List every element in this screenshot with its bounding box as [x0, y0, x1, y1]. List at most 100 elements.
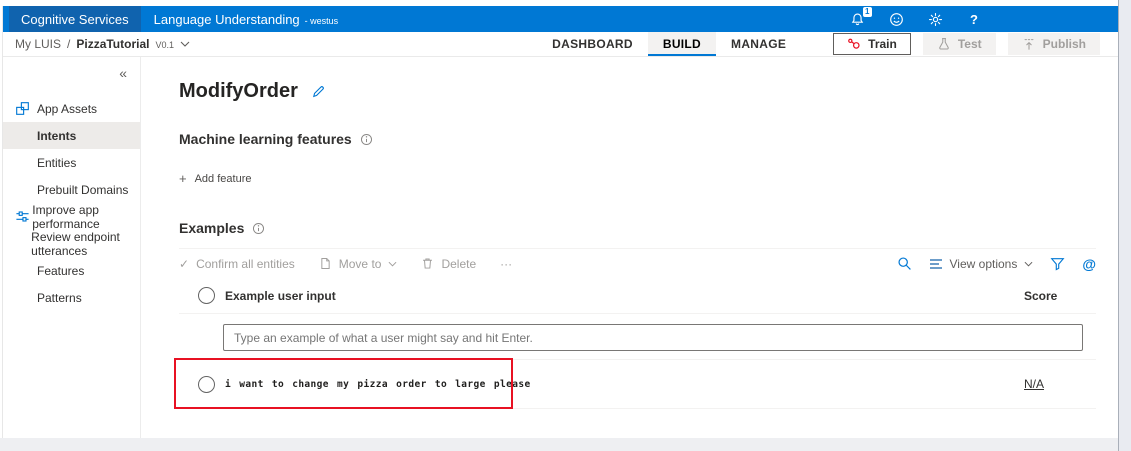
select-all-radio[interactable] [198, 287, 215, 304]
sidebar-item-label: App Assets [37, 101, 98, 116]
sidebar-item-improve-app-performance[interactable]: Improve app performance [3, 202, 140, 231]
app-version-label: V0.1 [155, 40, 174, 50]
sidebar-item-features[interactable]: Features [3, 257, 140, 284]
test-button[interactable]: Test [922, 33, 996, 55]
sidebar-item-app-assets[interactable]: App Assets [3, 95, 140, 122]
nav-right-group: DASHBOARD BUILD MANAGE Train Test Publis… [537, 32, 1118, 56]
sidebar-item-patterns[interactable]: Patterns [3, 284, 140, 311]
examples-toolbar: ✓ Confirm all entities Move to Delete ··… [179, 248, 1096, 278]
entity-at-icon[interactable]: @ [1082, 256, 1096, 272]
feedback-smiley-icon[interactable] [888, 11, 904, 27]
help-glyph: ? [970, 11, 978, 27]
examples-heading: Examples [179, 220, 245, 236]
edit-pencil-icon[interactable] [311, 84, 326, 99]
brand-segment[interactable]: Cognitive Services [9, 6, 141, 32]
window-bottom-strip [0, 438, 1118, 451]
sidebar-item-label: Improve app performance [32, 202, 100, 231]
examples-table-header: Example user input Score [179, 278, 1096, 314]
sidebar-item-review-endpoint-utterances[interactable]: Review endpoint utterances [3, 229, 140, 258]
sidebar-item-entities[interactable]: Entities [3, 149, 140, 176]
action-button-group: Train Test Publish [833, 33, 1100, 55]
train-button[interactable]: Train [833, 33, 911, 55]
breadcrumb: My LUIS / PizzaTutorial V0.1 [15, 37, 190, 51]
examples-heading-row: Examples [179, 220, 1096, 236]
delete-button[interactable]: Delete [421, 257, 476, 271]
tab-manage[interactable]: MANAGE [716, 32, 801, 56]
train-icon [848, 38, 860, 49]
notifications-icon[interactable]: 1 [849, 7, 872, 27]
sidebar-item-intents[interactable]: Intents [3, 122, 140, 149]
brand-label: Cognitive Services [21, 11, 129, 27]
add-feature-button[interactable]: + Add feature [179, 171, 251, 186]
sidebar-item-label: Entities [37, 155, 77, 170]
utterance-score-link[interactable]: N/A [1016, 377, 1096, 391]
delete-label: Delete [441, 256, 477, 271]
sidebar-item-label: Review endpoint utterances [31, 229, 120, 258]
add-feature-label: Add feature [194, 172, 252, 185]
toolbar-right-group: View options @ [897, 256, 1096, 272]
notification-badge: 1 [862, 7, 872, 17]
sidebar-item-label: Patterns [37, 290, 82, 305]
confirm-all-entities-button[interactable]: ✓ Confirm all entities [179, 257, 295, 271]
move-to-page-icon [321, 257, 330, 270]
settings-gear-icon[interactable] [927, 11, 943, 27]
view-options-button[interactable]: View options [929, 257, 1034, 271]
column-score: Score [1024, 288, 1058, 303]
topbar-icon-group: 1 ? [849, 6, 982, 32]
checkmark-icon: ✓ [179, 256, 190, 271]
improve-performance-icon [15, 209, 32, 224]
breadcrumb-root[interactable]: My LUIS [15, 37, 61, 51]
utterance-row-radio[interactable] [198, 375, 215, 393]
breadcrumb-app-name[interactable]: PizzaTutorial [76, 37, 149, 51]
sidebar-nav: App Assets Intents Entities Prebuilt Dom… [3, 95, 140, 311]
window-right-gutter [1118, 0, 1131, 451]
app-window: Cognitive Services Language Understandin… [2, 6, 1118, 438]
info-icon[interactable] [252, 222, 265, 235]
sidebar-item-label: Features [37, 263, 85, 278]
info-icon[interactable] [360, 133, 373, 146]
tab-dashboard[interactable]: DASHBOARD [537, 32, 648, 56]
help-icon[interactable]: ? [966, 11, 982, 27]
test-button-label: Test [957, 37, 982, 51]
chevron-down-icon [389, 261, 397, 267]
publish-button-label: Publish [1042, 37, 1086, 51]
product-label: Language Understanding [153, 11, 300, 27]
more-options-button[interactable]: ··· [500, 257, 512, 271]
utterance-table-row[interactable]: i want to change my pizza order to large… [174, 358, 1096, 409]
luis-app-screen: Cognitive Services Language Understandin… [0, 0, 1131, 451]
sidebar-collapse-icon[interactable]: « [3, 57, 140, 81]
move-to-label: Move to [338, 256, 382, 271]
header-main: Example user input [179, 287, 1016, 304]
list-lines-icon [929, 258, 942, 269]
search-icon[interactable] [897, 256, 912, 271]
sidebar-item-label: Prebuilt Domains [37, 182, 129, 197]
tab-build[interactable]: BUILD [647, 32, 717, 56]
plus-icon: + [179, 171, 187, 186]
publish-button[interactable]: Publish [1007, 33, 1100, 55]
test-flask-icon [939, 38, 949, 50]
page-title: ModifyOrder [179, 80, 298, 102]
breadcrumb-separator: / [67, 37, 71, 51]
page-title-row: ModifyOrder [179, 80, 1096, 103]
version-chevron-down-icon[interactable] [180, 41, 190, 47]
confirm-all-entities-label: Confirm all entities [196, 256, 295, 271]
tab-manage-label: MANAGE [731, 37, 787, 51]
tab-dashboard-label: DASHBOARD [552, 37, 633, 51]
move-to-button[interactable]: Move to [319, 257, 398, 271]
utterance-text[interactable]: i want to change my pizza order to large… [225, 379, 531, 390]
view-options-label: View options [949, 256, 1018, 271]
sidebar-item-prebuilt-domains[interactable]: Prebuilt Domains [3, 176, 140, 203]
publish-icon [1024, 39, 1034, 50]
tab-build-label: BUILD [662, 37, 702, 51]
column-example-user-input: Example user input [225, 288, 336, 303]
new-utterance-input-row [179, 314, 1096, 357]
sidebar-item-label: Intents [37, 128, 77, 143]
ml-features-heading-row: Machine learning features [179, 131, 1096, 147]
new-utterance-input[interactable] [223, 324, 1083, 351]
app-assets-icon [15, 101, 37, 116]
filter-funnel-icon[interactable] [1050, 257, 1065, 271]
top-bar: Cognitive Services Language Understandin… [3, 6, 1118, 32]
chevron-down-icon [1024, 261, 1033, 267]
train-button-label: Train [868, 37, 897, 51]
product-title: Language Understanding - westus [154, 12, 339, 27]
